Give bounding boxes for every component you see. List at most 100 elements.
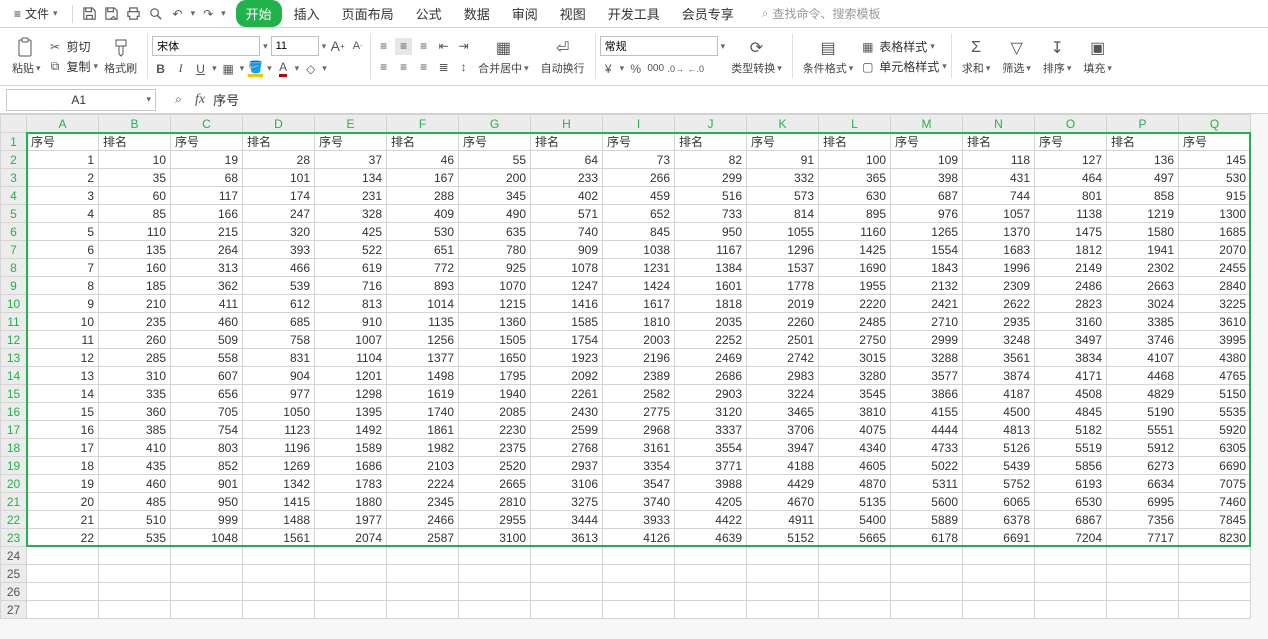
cell[interactable]: 1360 — [459, 313, 531, 331]
cell[interactable]: 序号 — [459, 133, 531, 151]
row-header-7[interactable]: 7 — [1, 241, 27, 259]
cell[interactable]: 3024 — [1107, 295, 1179, 313]
cell[interactable] — [99, 565, 171, 583]
cell[interactable]: 排名 — [387, 133, 459, 151]
col-header-N[interactable]: N — [963, 115, 1035, 133]
cell[interactable]: 2085 — [459, 403, 531, 421]
cell[interactable]: 915 — [1179, 187, 1251, 205]
cell[interactable]: 序号 — [315, 133, 387, 151]
cell[interactable]: 656 — [171, 385, 243, 403]
cell[interactable] — [891, 547, 963, 565]
cell[interactable]: 3106 — [531, 475, 603, 493]
cell[interactable]: 1231 — [603, 259, 675, 277]
cell[interactable]: 744 — [963, 187, 1035, 205]
cell[interactable]: 5439 — [963, 457, 1035, 475]
cell[interactable]: 530 — [387, 223, 459, 241]
align-top-icon[interactable]: ≡ — [375, 38, 392, 55]
row-header-19[interactable]: 19 — [1, 457, 27, 475]
cell[interactable]: 2587 — [387, 529, 459, 547]
cell[interactable]: 1138 — [1035, 205, 1107, 223]
chevron-down-icon[interactable]: ▾ — [263, 41, 268, 52]
cell[interactable]: 5856 — [1035, 457, 1107, 475]
cell[interactable]: 2775 — [603, 403, 675, 421]
cell[interactable]: 5126 — [963, 439, 1035, 457]
cell[interactable]: 6305 — [1179, 439, 1251, 457]
cell[interactable]: 167 — [387, 169, 459, 187]
cell[interactable] — [819, 547, 891, 565]
cell[interactable]: 630 — [819, 187, 891, 205]
type-convert-group[interactable]: ⟳ 类型转换▾ — [725, 28, 788, 85]
cell[interactable]: 3547 — [603, 475, 675, 493]
cell[interactable]: 序号 — [1179, 133, 1251, 151]
cell[interactable]: 2663 — [1107, 277, 1179, 295]
cell[interactable]: 1167 — [675, 241, 747, 259]
underline-button[interactable]: U — [192, 60, 209, 77]
cell[interactable]: 464 — [1035, 169, 1107, 187]
cell[interactable]: 110 — [99, 223, 171, 241]
print-icon[interactable] — [125, 5, 143, 23]
cell[interactable]: 160 — [99, 259, 171, 277]
cell[interactable]: 687 — [891, 187, 963, 205]
cell[interactable]: 1104 — [315, 349, 387, 367]
cell[interactable]: 1415 — [243, 493, 315, 511]
cell[interactable]: 10 — [99, 151, 171, 169]
cell[interactable]: 序号 — [1035, 133, 1107, 151]
cell[interactable]: 845 — [603, 223, 675, 241]
cell[interactable]: 136 — [1107, 151, 1179, 169]
cell[interactable]: 13 — [27, 367, 99, 385]
cell[interactable]: 685 — [243, 313, 315, 331]
cell[interactable] — [27, 547, 99, 565]
chevron-down-icon[interactable]: ▾ — [295, 63, 300, 74]
cell[interactable]: 522 — [315, 241, 387, 259]
cell[interactable]: 2309 — [963, 277, 1035, 295]
cell[interactable] — [675, 565, 747, 583]
cell[interactable]: 4171 — [1035, 367, 1107, 385]
cell[interactable]: 82 — [675, 151, 747, 169]
font-size-select[interactable] — [271, 36, 319, 56]
sum-group[interactable]: Σ 求和▾ — [956, 28, 997, 85]
cell[interactable]: 716 — [315, 277, 387, 295]
cell[interactable]: 序号 — [171, 133, 243, 151]
cell[interactable]: 3385 — [1107, 313, 1179, 331]
chevron-down-icon[interactable]: ▾ — [240, 63, 245, 74]
cell[interactable]: 490 — [459, 205, 531, 223]
cell[interactable]: 3224 — [747, 385, 819, 403]
cell[interactable]: 6634 — [1107, 475, 1179, 493]
cell[interactable]: 558 — [171, 349, 243, 367]
spreadsheet-grid[interactable]: ABCDEFGHIJKLMNOPQ 1序号排名序号排名序号排名序号排名序号排名序… — [0, 114, 1268, 639]
cell[interactable]: 4 — [27, 205, 99, 223]
cell[interactable] — [99, 601, 171, 619]
cell[interactable]: 序号 — [603, 133, 675, 151]
number-format-select[interactable] — [600, 36, 718, 56]
align-middle-icon[interactable]: ≡ — [395, 38, 412, 55]
cell[interactable]: 55 — [459, 151, 531, 169]
cell[interactable]: 1740 — [387, 403, 459, 421]
row-header-17[interactable]: 17 — [1, 421, 27, 439]
cell[interactable]: 134 — [315, 169, 387, 187]
cell[interactable]: 5150 — [1179, 385, 1251, 403]
cell[interactable] — [1179, 601, 1251, 619]
cell[interactable]: 6178 — [891, 529, 963, 547]
cell[interactable]: 4813 — [963, 421, 1035, 439]
cell[interactable]: 19 — [171, 151, 243, 169]
col-header-B[interactable]: B — [99, 115, 171, 133]
col-header-J[interactable]: J — [675, 115, 747, 133]
cell[interactable]: 910 — [315, 313, 387, 331]
cell[interactable] — [819, 601, 891, 619]
cell[interactable]: 2074 — [315, 529, 387, 547]
cell[interactable] — [1107, 583, 1179, 601]
cell[interactable]: 3337 — [675, 421, 747, 439]
cell[interactable]: 5912 — [1107, 439, 1179, 457]
cell[interactable]: 3995 — [1179, 331, 1251, 349]
cell[interactable]: 10 — [27, 313, 99, 331]
indent-decrease-icon[interactable]: ⇤ — [435, 38, 452, 55]
cell[interactable]: 2983 — [747, 367, 819, 385]
cell[interactable]: 7717 — [1107, 529, 1179, 547]
cell[interactable]: 7460 — [1179, 493, 1251, 511]
cell[interactable]: 3280 — [819, 367, 891, 385]
cell[interactable]: 2261 — [531, 385, 603, 403]
cell[interactable]: 3577 — [891, 367, 963, 385]
cell[interactable] — [459, 583, 531, 601]
cell[interactable]: 2968 — [603, 421, 675, 439]
increase-font-icon[interactable]: A+ — [329, 38, 346, 55]
